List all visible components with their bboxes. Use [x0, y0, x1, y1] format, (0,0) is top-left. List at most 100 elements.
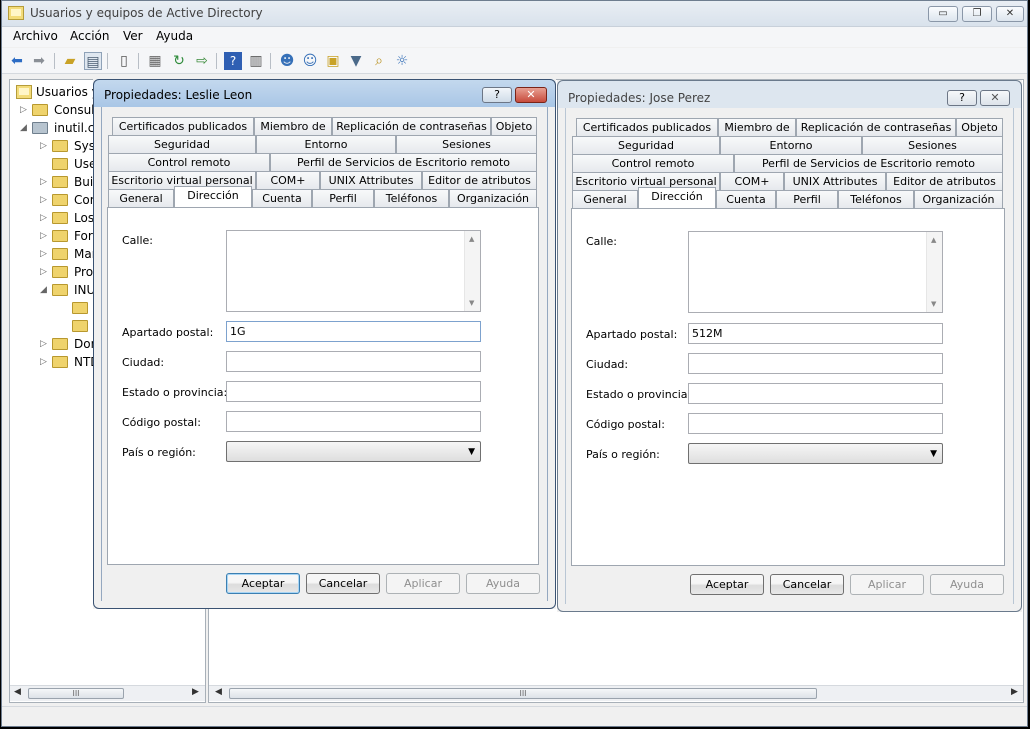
expand-icon[interactable]: ▷: [40, 263, 47, 281]
tab-sesiones[interactable]: Sesiones: [396, 135, 537, 153]
scroll-up-icon[interactable]: ▲: [931, 236, 936, 244]
filter-icon[interactable]: ▼: [347, 52, 365, 70]
properties-icon[interactable]: ▦: [146, 52, 164, 70]
scroll-right-icon[interactable]: ▶: [1011, 687, 1018, 697]
scroll-left-icon[interactable]: ◀: [14, 687, 21, 697]
new-group-icon[interactable]: ☺: [301, 52, 319, 70]
up-folder-icon[interactable]: ▰: [61, 52, 79, 70]
scroll-down-icon[interactable]: ▼: [931, 300, 936, 308]
tab-com-plus[interactable]: COM+: [720, 172, 784, 190]
tab-seguridad[interactable]: Seguridad: [108, 135, 256, 153]
tab-general[interactable]: General: [108, 189, 174, 207]
tab-perfil-servicios[interactable]: Perfil de Servicios de Escritorio remoto: [270, 153, 537, 171]
tab-unix-attributes[interactable]: UNIX Attributes: [784, 172, 886, 190]
tree-horizontal-scrollbar[interactable]: ◀ III ▶: [10, 685, 205, 701]
new-user-icon[interactable]: ☻: [278, 52, 296, 70]
tab-organizacion[interactable]: Organización: [914, 190, 1003, 208]
tab-direccion[interactable]: Dirección: [174, 186, 252, 207]
expand-icon[interactable]: ▷: [40, 335, 47, 353]
expand-icon[interactable]: ▷: [20, 101, 27, 119]
tab-certificados[interactable]: Certificados publicados: [576, 118, 718, 136]
city-input[interactable]: [226, 351, 481, 372]
tab-miembro-de[interactable]: Miembro de: [718, 118, 796, 136]
menu-ver[interactable]: Ver: [123, 29, 143, 43]
expand-icon[interactable]: ▷: [40, 245, 47, 263]
collapse-icon[interactable]: ◢: [40, 281, 47, 299]
street-textarea[interactable]: ▲ ▼: [688, 231, 943, 313]
add-to-group-icon[interactable]: ☼: [393, 52, 411, 70]
state-input[interactable]: [226, 381, 481, 402]
ok-button[interactable]: Aceptar: [690, 574, 764, 595]
tab-seguridad[interactable]: Seguridad: [572, 136, 720, 154]
tab-perfil[interactable]: Perfil: [312, 189, 374, 207]
tab-entorno[interactable]: Entorno: [720, 136, 862, 154]
export-list-icon[interactable]: ⇨: [193, 52, 211, 70]
collapse-icon[interactable]: ◢: [20, 119, 27, 137]
find-icon[interactable]: ⌕: [370, 52, 388, 70]
close-button[interactable]: ✕: [996, 6, 1024, 22]
details-horizontal-scrollbar[interactable]: ◀ III ▶: [209, 685, 1023, 701]
scroll-thumb[interactable]: III: [28, 688, 124, 699]
tab-editor-atributos[interactable]: Editor de atributos: [422, 171, 537, 189]
po-box-input[interactable]: 1G: [226, 321, 481, 342]
back-arrow-icon[interactable]: ⬅: [8, 52, 26, 70]
help-footer-button[interactable]: Ayuda: [930, 574, 1004, 595]
tab-control-remoto[interactable]: Control remoto: [108, 153, 270, 171]
cancel-button[interactable]: Cancelar: [306, 573, 380, 594]
expand-icon[interactable]: ▷: [40, 173, 47, 191]
street-scrollbar[interactable]: ▲ ▼: [926, 232, 942, 312]
ok-button[interactable]: Aceptar: [226, 573, 300, 594]
scroll-down-icon[interactable]: ▼: [469, 299, 474, 307]
help-icon[interactable]: ?: [224, 52, 242, 70]
zip-input[interactable]: [226, 411, 481, 432]
forward-arrow-icon[interactable]: ➡: [30, 52, 48, 70]
cancel-button[interactable]: Cancelar: [770, 574, 844, 595]
refresh-icon[interactable]: ↻: [170, 52, 188, 70]
clipboard-icon[interactable]: ▯: [115, 52, 133, 70]
scroll-up-icon[interactable]: ▲: [469, 235, 474, 243]
street-scrollbar[interactable]: ▲ ▼: [464, 231, 480, 311]
expand-icon[interactable]: ▷: [40, 353, 47, 371]
minimize-button[interactable]: ▭: [928, 6, 958, 22]
menu-accion[interactable]: Acción: [70, 29, 109, 43]
dropdown-arrow-icon[interactable]: ▼: [468, 447, 475, 457]
console-tree-icon[interactable]: ▥: [247, 52, 265, 70]
tab-certificados[interactable]: Certificados publicados: [112, 117, 254, 135]
tab-general[interactable]: General: [572, 190, 638, 208]
expand-icon[interactable]: ▷: [40, 209, 47, 227]
tab-organizacion[interactable]: Organización: [449, 189, 537, 207]
show-hide-tree-icon[interactable]: ▤: [84, 52, 102, 70]
street-textarea[interactable]: ▲ ▼: [226, 230, 481, 312]
tab-telefonos[interactable]: Teléfonos: [838, 190, 914, 208]
apply-button[interactable]: Aplicar: [386, 573, 460, 594]
tab-sesiones[interactable]: Sesiones: [862, 136, 1003, 154]
maximize-button[interactable]: ❐: [962, 6, 992, 22]
tab-control-remoto[interactable]: Control remoto: [572, 154, 734, 172]
city-input[interactable]: [688, 353, 943, 374]
scroll-thumb[interactable]: III: [229, 688, 817, 699]
new-ou-icon[interactable]: ▣: [324, 52, 342, 70]
tab-entorno[interactable]: Entorno: [256, 135, 396, 153]
expand-icon[interactable]: ▷: [40, 137, 47, 155]
po-box-input[interactable]: 512M: [688, 323, 943, 344]
tab-cuenta[interactable]: Cuenta: [716, 190, 776, 208]
help-footer-button[interactable]: Ayuda: [466, 573, 540, 594]
scroll-right-icon[interactable]: ▶: [192, 687, 199, 697]
dropdown-arrow-icon[interactable]: ▼: [930, 449, 937, 459]
tab-miembro-de[interactable]: Miembro de: [254, 117, 332, 135]
tab-objeto[interactable]: Objeto: [956, 118, 1003, 136]
tab-telefonos[interactable]: Teléfonos: [374, 189, 449, 207]
scroll-left-icon[interactable]: ◀: [215, 687, 222, 697]
state-input[interactable]: [688, 383, 943, 404]
expand-icon[interactable]: ▷: [40, 191, 47, 209]
tab-cuenta[interactable]: Cuenta: [252, 189, 312, 207]
tab-direccion[interactable]: Dirección: [638, 187, 716, 208]
tab-perfil-servicios[interactable]: Perfil de Servicios de Escritorio remoto: [734, 154, 1003, 172]
tab-editor-atributos[interactable]: Editor de atributos: [886, 172, 1003, 190]
country-select[interactable]: ▼: [226, 441, 481, 462]
menu-archivo[interactable]: Archivo: [13, 29, 58, 43]
zip-input[interactable]: [688, 413, 943, 434]
tab-replicacion[interactable]: Replicación de contraseñas: [796, 118, 956, 136]
tab-objeto[interactable]: Objeto: [491, 117, 537, 135]
tab-com-plus[interactable]: COM+: [256, 171, 320, 189]
